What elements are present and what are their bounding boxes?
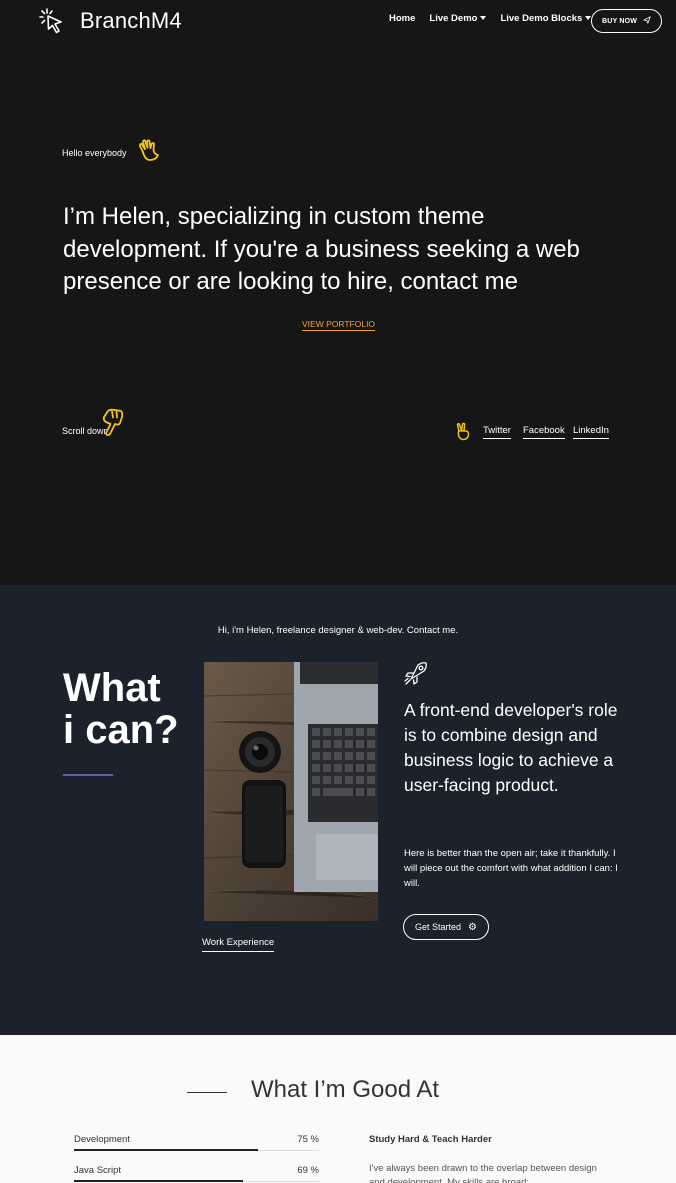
skills-section: What I’m Good At Development 75 % Java S… [0, 1035, 676, 1183]
skill-percent: 69 % [297, 1165, 319, 1176]
workspace-photo [204, 662, 378, 921]
nav-live-demo-label: Live Demo [429, 13, 478, 24]
nav-live-demo-blocks[interactable]: Live Demo Blocks [500, 13, 592, 24]
brand-name: BranchM4 [80, 8, 182, 33]
hero-greeting: Hello everybody [62, 148, 127, 158]
intro-text: Hi, i'm Helen, freelance designer & web-… [217, 625, 459, 636]
get-started-label: Get Started [415, 922, 462, 932]
nav-home-label: Home [389, 13, 416, 24]
chevron-down-icon [480, 16, 487, 20]
linkedin-link[interactable]: LinkedIn [573, 425, 609, 439]
title-rule [187, 1092, 227, 1093]
rocket-icon [403, 661, 429, 692]
site-header: BranchM4 Home Live Demo Live Demo Blocks… [0, 0, 676, 42]
pitch-body: Here is better than the open air; take i… [404, 848, 618, 889]
view-portfolio-link[interactable]: VIEW PORTFOLIO [302, 319, 376, 331]
skill-progress-bar [74, 1149, 258, 1151]
section-title-line-2: i can? [63, 708, 179, 752]
facebook-link[interactable]: Facebook [523, 425, 565, 439]
what-i-can-section: Hi, i'm Helen, freelance designer & web-… [0, 585, 676, 1035]
twitter-link[interactable]: Twitter [483, 425, 511, 439]
cursor-click-icon [38, 7, 68, 35]
victory-hand-icon [455, 422, 471, 446]
buy-now-button[interactable]: BUY NOW [591, 9, 662, 33]
pitch-heading: A front-end developer's role is to combi… [404, 700, 618, 795]
section-title: What i can? [63, 667, 179, 751]
nav-home[interactable]: Home [389, 13, 415, 24]
nav-live-demo-blocks-label: Live Demo Blocks [500, 13, 583, 24]
skill-percent: 75 % [297, 1134, 319, 1145]
brand-logo[interactable]: BranchM4 [38, 7, 182, 35]
study-text: I've always been drawn to the overlap be… [369, 1163, 597, 1183]
study-heading: Study Hard & Teach Harder [369, 1134, 492, 1145]
skills-title: What I’m Good At [251, 1076, 440, 1103]
skill-progress-bar [74, 1180, 244, 1182]
hero-headline: I’m Helen, specializing in custom theme … [63, 203, 580, 295]
skill-row: Java Script 69 % [74, 1165, 319, 1183]
skill-label: Development [74, 1134, 130, 1145]
main-nav: Home Live Demo Live Demo Blocks [389, 13, 605, 24]
skill-row: Development 75 % [74, 1134, 319, 1154]
skill-label: Java Script [74, 1165, 121, 1176]
gear-icon: ⚙ [468, 921, 477, 933]
get-started-button[interactable]: Get Started ⚙ [403, 914, 489, 940]
waving-hand-icon [136, 138, 162, 169]
buy-now-label: BUY NOW [601, 17, 638, 25]
section-title-line-1: What [63, 666, 161, 710]
pointing-hand-icon [98, 408, 126, 443]
title-underline [63, 774, 113, 776]
paper-plane-icon [637, 16, 651, 26]
work-experience-link[interactable]: Work Experience [202, 937, 275, 952]
nav-live-demo[interactable]: Live Demo [429, 13, 487, 24]
